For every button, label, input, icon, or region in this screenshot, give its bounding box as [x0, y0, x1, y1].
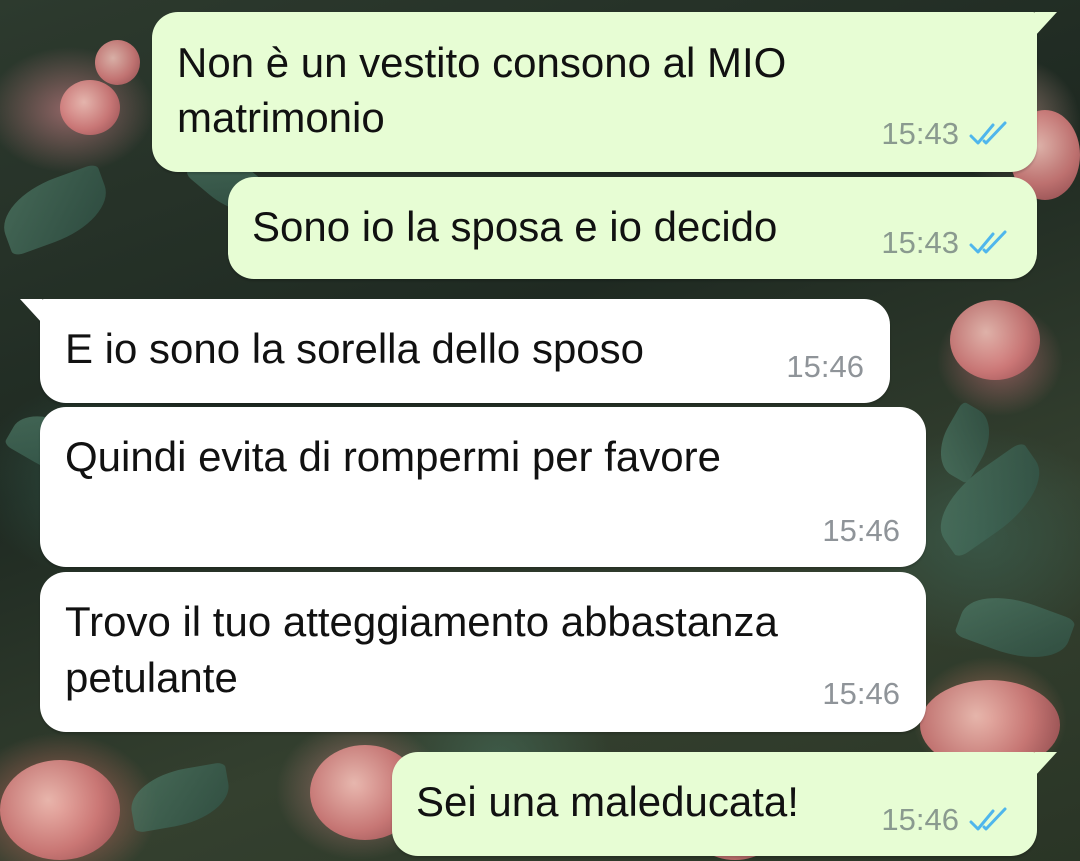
message-text-line: Trovo il tuo atteggiamento abbastanza — [65, 598, 778, 645]
message-text-line: matrimonio — [177, 94, 385, 141]
message-bubble-incoming[interactable]: Trovo il tuo atteggiamento abbastanza pe… — [40, 572, 926, 732]
message-bubble-outgoing[interactable]: Sei una maleducata! 15:46 — [392, 752, 1057, 856]
message-bubble-outgoing[interactable]: Non è un vestito consono al MIO matrimon… — [152, 12, 1057, 172]
message-text-line: Sei una maleducata! — [416, 778, 799, 825]
message-timestamp: 15:46 — [822, 513, 900, 548]
message-meta: 15:46 — [822, 513, 900, 549]
message-text-line: Quindi evita di rompermi per favore — [65, 433, 721, 480]
message-meta: 15:43 — [881, 116, 1015, 152]
message-bubble-incoming[interactable]: E io sono la sorella dello sposo 15:46 — [20, 299, 890, 403]
message-meta: 15:46 — [786, 349, 864, 385]
double-check-read-icon — [969, 230, 1007, 254]
message-meta: 15:46 — [822, 676, 900, 712]
bubble-tail — [1035, 752, 1057, 776]
message-timestamp: 15:43 — [881, 225, 959, 260]
message-meta: 15:43 — [881, 225, 1015, 261]
message-timestamp: 15:46 — [822, 676, 900, 711]
message-bubble-outgoing[interactable]: Sono io la sposa e io decido 15:43 — [228, 177, 1037, 279]
message-list: Non è un vestito consono al MIO matrimon… — [0, 0, 1080, 861]
message-timestamp: 15:43 — [881, 116, 959, 151]
message-text-line: Non è un vestito consono al MIO — [177, 39, 787, 86]
bubble-tail — [1035, 12, 1057, 36]
double-check-read-icon — [969, 121, 1007, 145]
message-meta: 15:46 — [881, 802, 1015, 838]
message-timestamp: 15:46 — [786, 349, 864, 384]
message-bubble-incoming[interactable]: Quindi evita di rompermi per favore 15:4… — [40, 407, 926, 567]
double-check-read-icon — [969, 807, 1007, 831]
message-timestamp: 15:46 — [881, 802, 959, 837]
bubble-tail — [20, 299, 42, 323]
message-text-line: E io sono la sorella dello sposo — [65, 325, 645, 372]
message-text-line: Sono io la sposa e io decido — [252, 203, 778, 250]
message-text-line: petulante — [65, 654, 238, 701]
